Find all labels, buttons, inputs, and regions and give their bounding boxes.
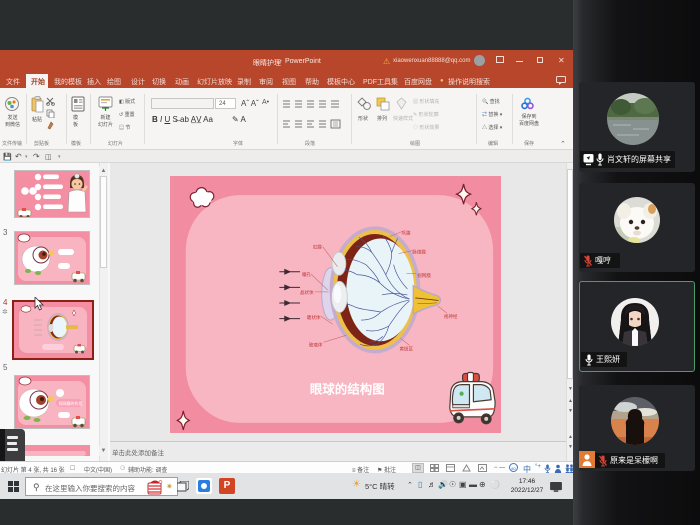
svg-text:巩膜: 巩膜 — [402, 229, 411, 236]
svg-text:黄斑区: 黄斑区 — [400, 345, 414, 352]
svg-text:眼球的结构图: 眼球的结构图 — [310, 382, 385, 397]
svg-text:视网膜: 视网膜 — [417, 272, 431, 279]
svg-text:瞳孔: 瞳孔 — [302, 271, 311, 278]
svg-text:睫状体: 睫状体 — [307, 314, 321, 321]
svg-text:玻璃体: 玻璃体 — [309, 341, 323, 348]
svg-text:晶状体: 晶状体 — [300, 289, 314, 296]
svg-text:脉络膜: 脉络膜 — [412, 249, 426, 256]
svg-text:虹膜: 虹膜 — [313, 244, 322, 251]
svg-text:视网膜的作用: 视网膜的作用 — [59, 400, 83, 406]
svg-text:视神经: 视神经 — [444, 313, 458, 320]
